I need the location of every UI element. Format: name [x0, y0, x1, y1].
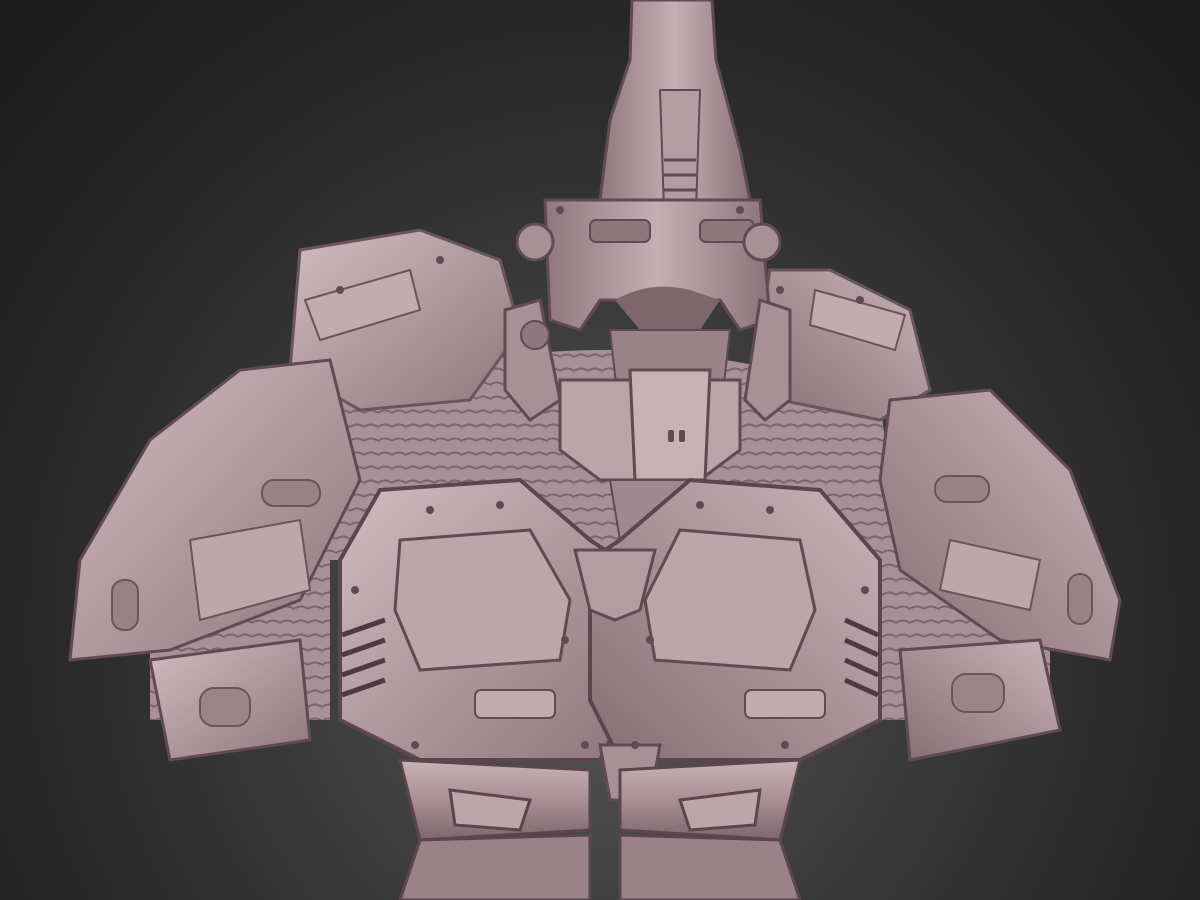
abdomen-armor [398, 758, 802, 900]
armored-bust-render [68, 0, 1122, 900]
render-viewport [0, 0, 1200, 900]
